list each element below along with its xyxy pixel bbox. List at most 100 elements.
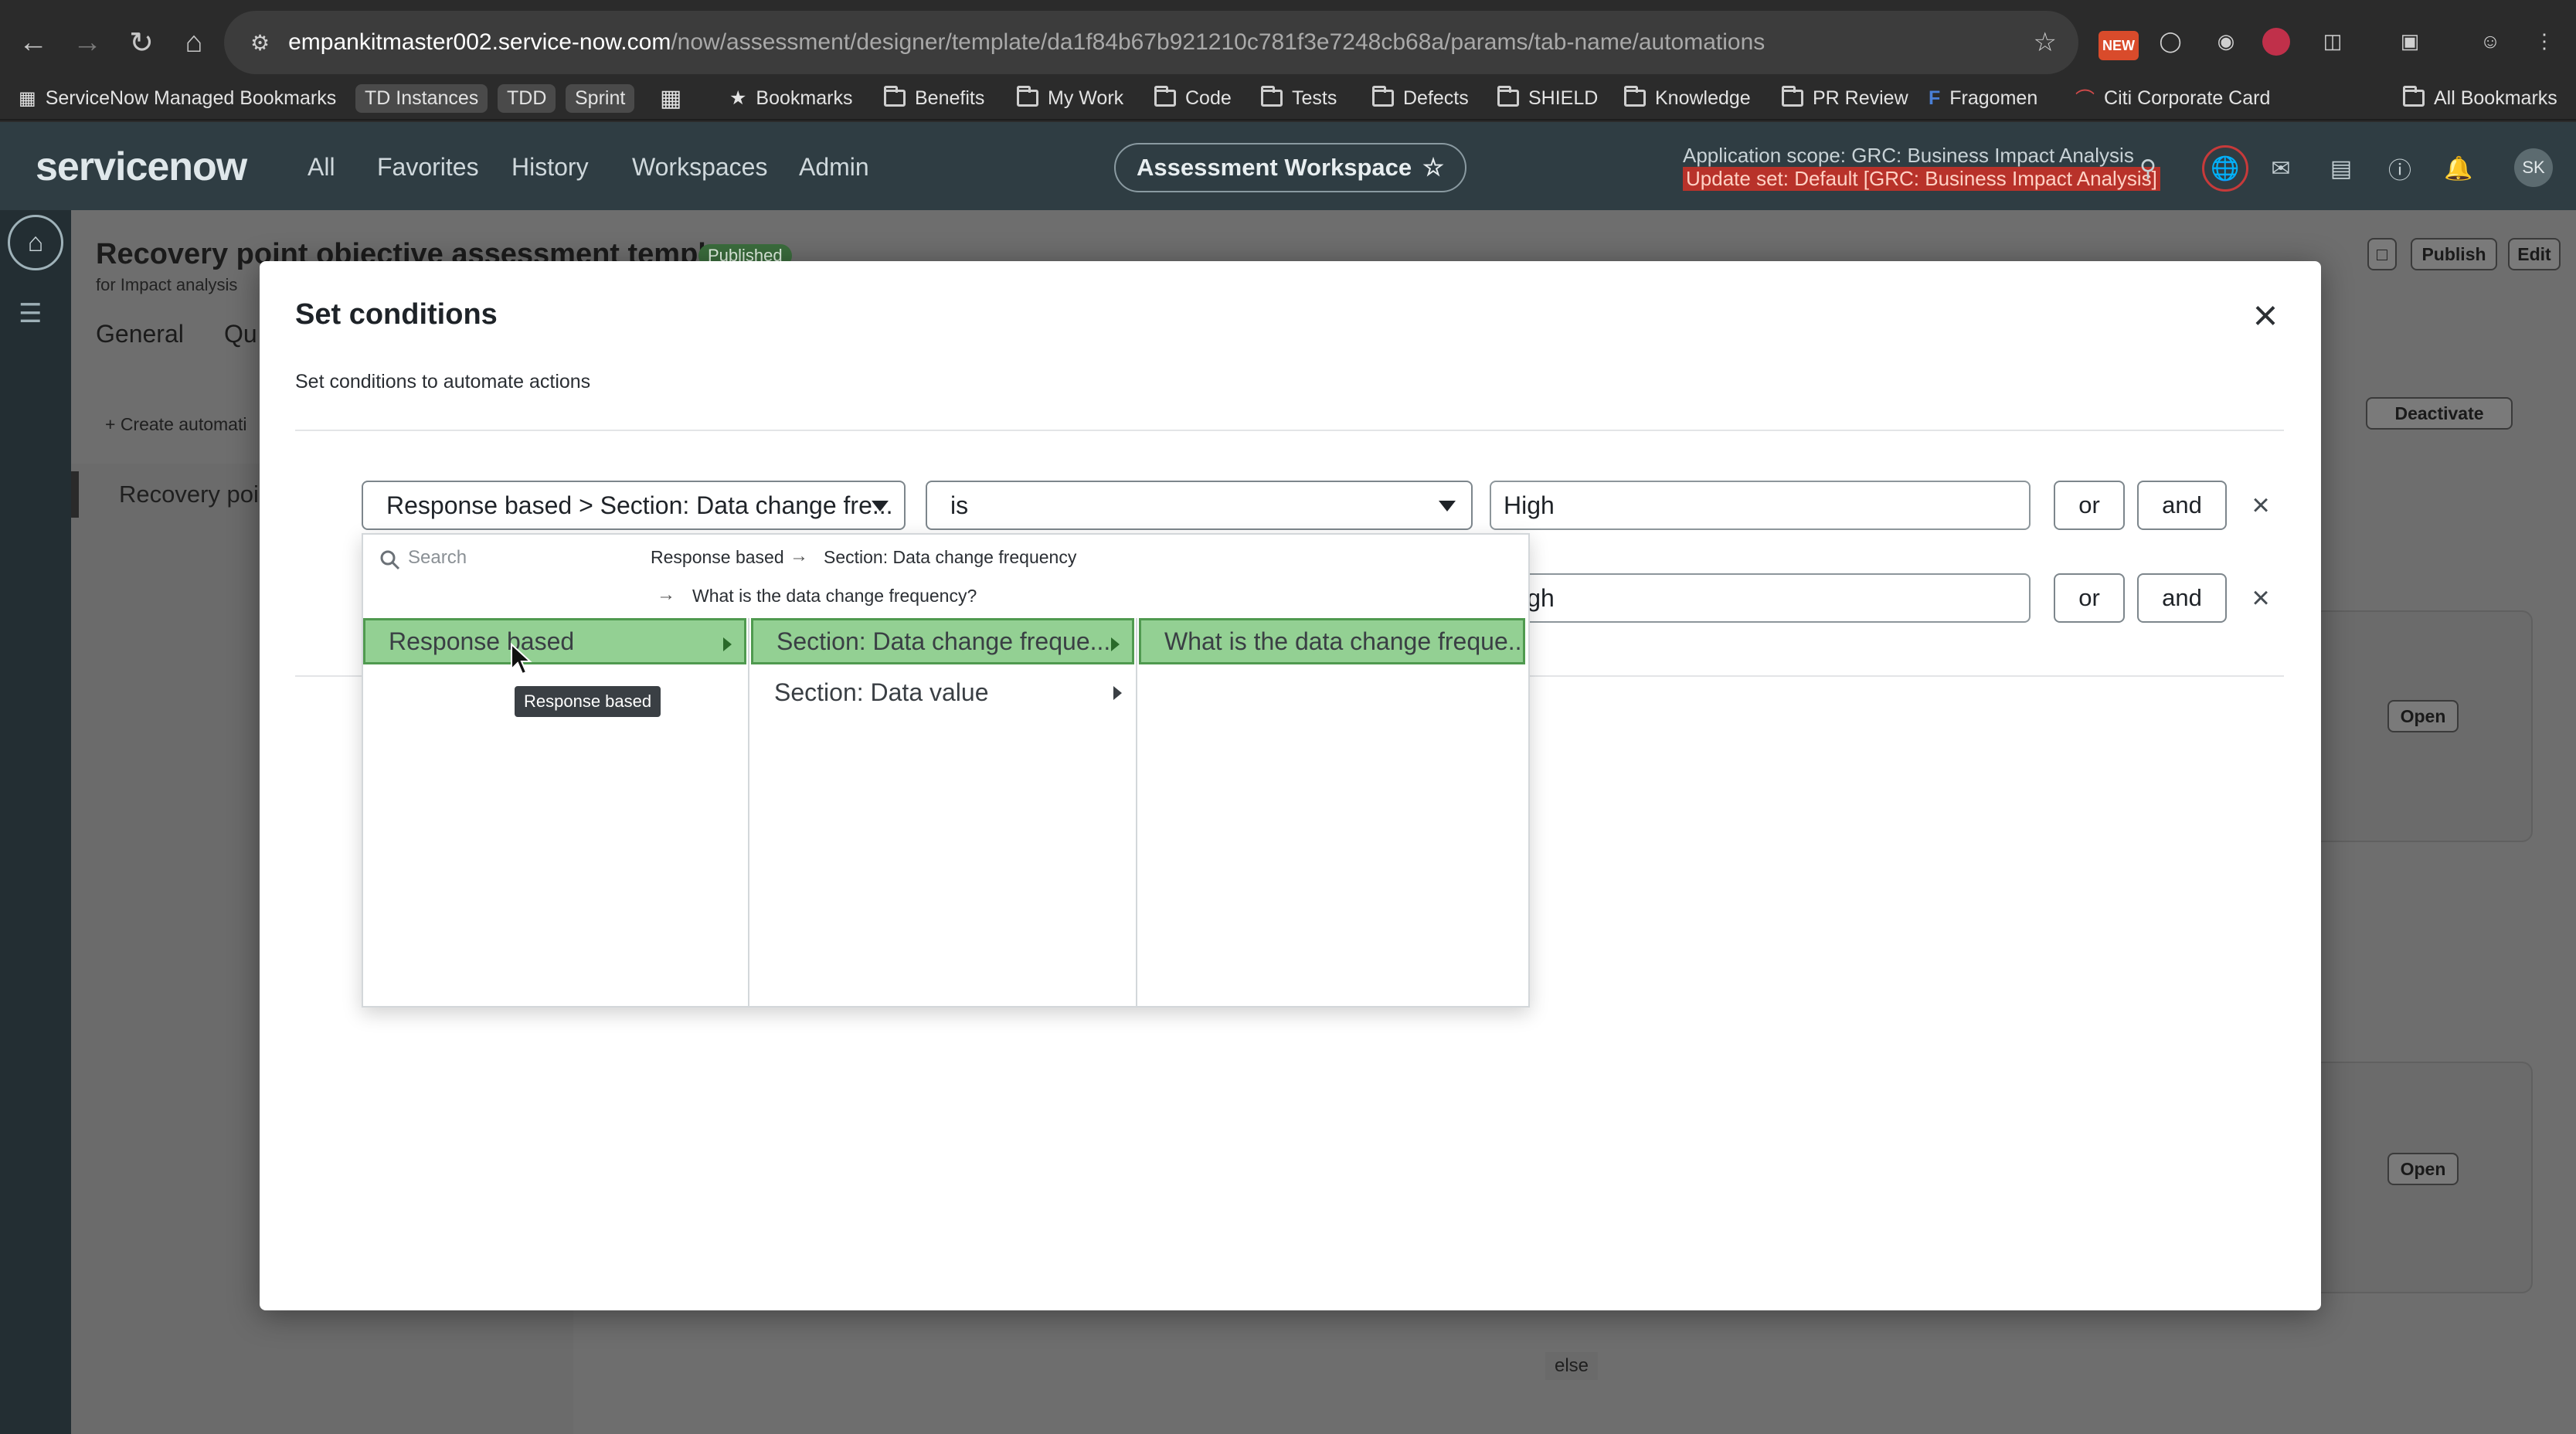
option-response-based[interactable]: Response based [363, 618, 746, 664]
option-section-data-value[interactable]: Section: Data value [751, 669, 1134, 715]
bookmark-code[interactable]: Code [1154, 83, 1232, 113]
else-label: else [1545, 1352, 1599, 1380]
update-set[interactable]: Update set: Default [GRC: Business Impac… [1683, 167, 2160, 191]
notifications-icon[interactable]: 🔔 [2442, 151, 2476, 185]
list-icon[interactable]: ☰ [19, 298, 42, 329]
help-icon[interactable]: ⓘ [2383, 151, 2417, 185]
mouse-cursor-icon [511, 643, 532, 675]
extension-new-icon[interactable]: NEW [2099, 31, 2139, 60]
or-button[interactable]: or [2054, 481, 2125, 530]
tab-general[interactable]: General [96, 320, 184, 348]
site-settings-icon[interactable]: ⚙ [250, 30, 270, 56]
picker-search-input[interactable]: Search [408, 547, 467, 569]
url-host: empankitmaster002.service-now.com [288, 29, 671, 55]
bookmark-tdd[interactable]: TDD [498, 83, 556, 113]
bookmark-fragomen[interactable]: F Fragomen [1929, 83, 2037, 113]
search-icon[interactable]: ⚲ [2131, 151, 2165, 185]
avatar[interactable]: SK [2514, 148, 2553, 187]
nav-all[interactable]: All [308, 153, 335, 182]
tab-questions[interactable]: Qu [224, 320, 257, 348]
bookmark-knowledge[interactable]: Knowledge [1624, 83, 1751, 113]
address-bar[interactable]: ⚙ empankitmaster002.service-now.com/now/… [224, 11, 2078, 74]
selected-indicator [71, 471, 79, 518]
folder-icon [1017, 86, 1038, 107]
nav-workspaces[interactable]: Workspaces [632, 153, 767, 182]
list-item[interactable]: Recovery poi [119, 481, 259, 508]
application-scope[interactable]: Application scope: GRC: Business Impact … [1683, 144, 2134, 168]
condition-value-input[interactable]: High [1490, 573, 2031, 623]
and-button[interactable]: and [2137, 481, 2227, 530]
open-button[interactable]: Open [2387, 700, 2459, 732]
bookmark-defects[interactable]: Defects [1372, 83, 1469, 113]
extension-red-icon[interactable] [2262, 28, 2290, 56]
bookmark-star-icon[interactable]: ☆ [2034, 27, 2057, 58]
breadcrumb-item[interactable]: Section: Data change frequency [824, 547, 1076, 568]
option-section-data-change-frequency[interactable]: Section: Data change freque... [751, 618, 1134, 664]
or-button[interactable]: or [2054, 573, 2125, 623]
chevron-down-icon [872, 501, 889, 511]
extension-grammar-icon[interactable]: ◉ [2208, 23, 2244, 59]
folder-icon [1261, 86, 1283, 107]
bookmark-my-work[interactable]: My Work [1017, 83, 1123, 113]
open-button[interactable]: Open [2387, 1153, 2459, 1185]
nav-favorites[interactable]: Favorites [377, 153, 479, 182]
dashboard-icon[interactable]: ▤ [2324, 151, 2358, 185]
chevron-right-icon [1113, 686, 1122, 700]
tab-search-icon[interactable]: ▣ [2392, 23, 2428, 59]
condition-operator-select[interactable]: is [926, 481, 1473, 530]
profile-icon[interactable]: ☺ [2472, 23, 2508, 59]
breadcrumb-item[interactable]: Response based [651, 547, 784, 568]
left-rail [0, 210, 71, 1434]
modal-description: Set conditions to automate actions [295, 371, 591, 392]
back-icon[interactable]: ← [6, 17, 60, 68]
servicenow-logo[interactable]: servicenow [36, 144, 247, 190]
remove-condition-icon[interactable]: × [2245, 583, 2276, 613]
bookmark-benefits[interactable]: Benefits [884, 83, 984, 113]
favorite-star-icon[interactable]: ☆ [1422, 154, 1444, 182]
edit-button[interactable]: Edit [2508, 238, 2561, 270]
forward-icon[interactable]: → [60, 17, 114, 68]
create-automation-link[interactable]: + Create automati [105, 414, 246, 435]
extensions-puzzle-icon[interactable]: ◫ [2315, 23, 2350, 59]
extension-circle-icon[interactable]: ◯ [2153, 23, 2188, 59]
chevron-right-icon [723, 637, 732, 651]
folder-icon [1154, 86, 1176, 107]
bookmark-bookmarks[interactable]: ★ Bookmarks [729, 83, 852, 113]
option-data-change-frequency-question[interactable]: What is the data change freque... [1139, 618, 1525, 664]
remove-condition-icon[interactable]: × [2245, 490, 2276, 521]
deactivate-button[interactable]: Deactivate [2366, 397, 2513, 430]
copy-icon[interactable]: □ [2367, 238, 2397, 270]
browser-menu-icon[interactable]: ⋮ [2527, 23, 2562, 59]
nav-history[interactable]: History [511, 153, 589, 182]
chat-icon[interactable]: ✉ [2264, 151, 2298, 185]
close-icon[interactable]: × [2244, 294, 2287, 337]
home-icon[interactable]: ⌂ [167, 17, 221, 68]
fragomen-icon: F [1929, 87, 1941, 109]
arrow-right-icon: → [657, 584, 675, 605]
reload-icon[interactable]: ↻ [114, 17, 168, 68]
publish-button[interactable]: Publish [2411, 238, 2497, 270]
bookmark-pr-review[interactable]: PR Review [1782, 83, 1908, 113]
workspace-switcher[interactable]: Assessment Workspace ☆ [1114, 143, 1466, 192]
nav-admin[interactable]: Admin [799, 153, 869, 182]
condition-field-select[interactable]: Response based > Section: Data change fr… [362, 481, 906, 530]
folder-icon [1497, 86, 1519, 107]
and-button[interactable]: and [2137, 573, 2227, 623]
bookmark-sprint[interactable]: Sprint [566, 83, 635, 113]
bookmark-td-instances[interactable]: TD Instances [355, 83, 488, 113]
folder-icon [1624, 86, 1646, 107]
globe-icon[interactable]: 🌐 [2202, 145, 2248, 192]
apps-grid-icon[interactable]: ▦ [660, 83, 681, 113]
tooltip: Response based [515, 686, 661, 717]
condition-value-input[interactable]: High [1490, 481, 2031, 530]
bookmark-citi[interactable]: ⌒ Citi Corporate Card [2075, 83, 2270, 113]
bookmark-managed[interactable]: ▦ ServiceNow Managed Bookmarks [19, 83, 336, 113]
chevron-right-icon [1111, 637, 1120, 651]
breadcrumb-item[interactable]: What is the data change frequency? [692, 586, 977, 607]
column-divider [748, 618, 749, 1006]
bookmark-all[interactable]: All Bookmarks [2403, 83, 2557, 113]
bookmark-tests[interactable]: Tests [1261, 83, 1337, 113]
bookmark-shield[interactable]: SHIELD [1497, 83, 1598, 113]
chevron-down-icon [1439, 501, 1456, 511]
home-icon[interactable]: ⌂ [8, 215, 63, 270]
